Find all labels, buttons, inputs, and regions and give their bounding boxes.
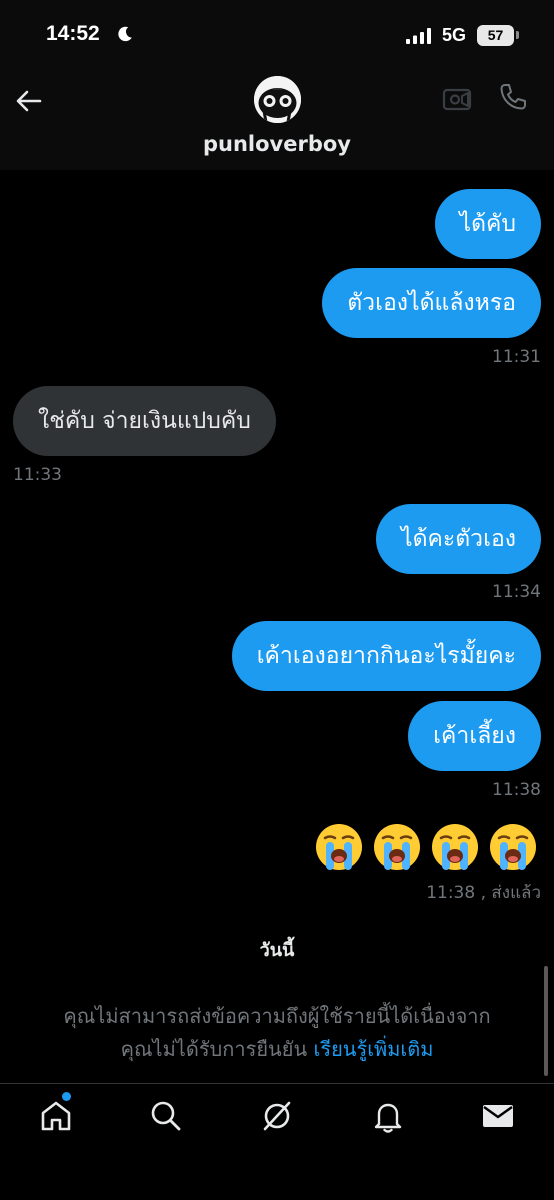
scrollbar[interactable] [544, 966, 548, 1076]
bottom-tab-bar [0, 1083, 554, 1200]
message-bubble-outgoing[interactable]: ได้คะตัวเอง [376, 504, 541, 574]
message-bubble-outgoing[interactable]: ได้คับ [434, 189, 541, 259]
message-bubble-outgoing[interactable]: ตัวเองได้แล้งหรอ [322, 268, 541, 338]
notifications-icon[interactable] [370, 1098, 406, 1134]
grok-icon[interactable] [259, 1098, 295, 1134]
message-timestamp: 11:38 [492, 780, 541, 800]
search-icon[interactable] [148, 1098, 184, 1134]
loudly-crying-face-emoji [490, 824, 536, 870]
learn-more-link[interactable]: เรียนรู้เพิ่มเติม [313, 1037, 433, 1061]
notice-line-1: คุณไม่สามารถส่งข้อความถึงผู้ใช้รายนี้ได้… [63, 1004, 491, 1028]
status-time: 14:52 [46, 22, 100, 45]
cannot-message-notice: คุณไม่สามารถส่งข้อความถึงผู้ใช้รายนี้ได้… [0, 1000, 554, 1066]
message-timestamp: 11:34 [492, 582, 541, 602]
notice-line-2: คุณไม่ได้รับการยืนยัน เรียนรู้เพิ่มเติม [0, 1033, 554, 1066]
avatar-image [254, 76, 301, 123]
home-icon[interactable] [38, 1098, 74, 1134]
message-timestamp: 11:33 [13, 465, 62, 485]
moon-icon [118, 26, 132, 42]
message-bubble-outgoing[interactable]: เค้าเองอยากกินอะไรมั้ยคะ [231, 621, 541, 691]
loudly-crying-face-emoji [316, 824, 362, 870]
battery-icon: 57 [477, 25, 514, 46]
emoji-message[interactable] [314, 822, 538, 872]
loudly-crying-face-emoji [432, 824, 478, 870]
signal-icon [406, 28, 431, 44]
avatar[interactable] [254, 76, 301, 123]
battery-cap [516, 31, 519, 39]
message-timestamp: 11:31 [492, 347, 541, 367]
message-timestamp-sent: 11:38 , ส่งแล้ว [426, 883, 541, 903]
back-arrow-icon[interactable] [14, 86, 44, 116]
video-call-icon[interactable] [442, 84, 472, 114]
home-badge-dot [62, 1092, 71, 1101]
message-bubble-incoming[interactable]: ใช่คับ จ่ายเงินแปบคับ [13, 386, 276, 456]
notice-line-2-text: คุณไม่ได้รับการยืนยัน [120, 1037, 308, 1061]
conversation-header: punloverboy [0, 70, 554, 170]
messages-icon[interactable] [480, 1098, 516, 1134]
status-bar: 14:52 5G 57 [0, 0, 554, 70]
network-label: 5G [442, 25, 467, 45]
contact-name[interactable]: punloverboy [0, 132, 554, 156]
phone-call-icon[interactable] [498, 82, 528, 112]
loudly-crying-face-emoji [374, 824, 420, 870]
day-divider: วันนี้ [259, 940, 295, 961]
message-bubble-outgoing[interactable]: เค้าเลี้ยง [408, 701, 541, 771]
